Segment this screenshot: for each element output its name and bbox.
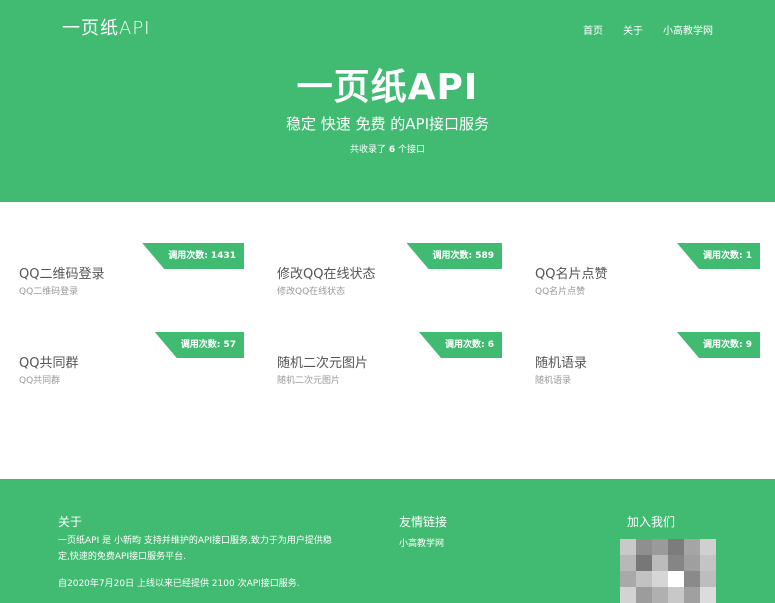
api-card-desc: QQ名片点赞	[535, 287, 586, 297]
footer-about-line3: 自2020年7月20日 上线以来已经提供 2100 次API接口服务.	[58, 579, 300, 589]
footer-links-heading: 友情链接	[399, 515, 448, 529]
api-card-title: 随机二次元图片	[277, 356, 369, 371]
api-card-qq-qrcode-login[interactable]: 调用次数: 1431 QQ二维码登录 QQ二维码登录	[19, 243, 244, 303]
blurred-qr-code	[620, 539, 716, 603]
api-card-title: QQ名片点赞	[535, 267, 608, 282]
api-card-title: 修改QQ在线状态	[277, 267, 376, 282]
api-card-qq-like[interactable]: 调用次数: 1 QQ名片点赞 QQ名片点赞	[535, 243, 760, 303]
api-card-desc: 随机语录	[535, 376, 572, 386]
site-logo[interactable]: 一页纸API	[62, 14, 150, 40]
api-count-suffix: 个接口	[395, 145, 425, 155]
nav-about[interactable]: 关于	[623, 22, 643, 37]
api-card-title: QQ共同群	[19, 356, 79, 371]
call-count-badge: 调用次数: 1431	[142, 243, 244, 269]
top-nav: 首页 关于 小高教学网	[583, 22, 713, 37]
hero-title: 一页纸API	[296, 67, 479, 108]
api-card-random-anime-image[interactable]: 调用次数: 6 随机二次元图片 随机二次元图片	[277, 332, 502, 392]
api-card-title: QQ二维码登录	[19, 267, 105, 282]
api-card-title: 随机语录	[535, 356, 588, 371]
nav-home[interactable]: 首页	[583, 22, 603, 37]
api-card-desc: 随机二次元图片	[277, 376, 341, 386]
api-card-random-quote[interactable]: 调用次数: 9 随机语录 随机语录	[535, 332, 760, 392]
api-card-qq-status[interactable]: 调用次数: 589 修改QQ在线状态 修改QQ在线状态	[277, 243, 502, 303]
call-count-badge: 调用次数: 589	[406, 243, 502, 269]
footer-about-line2: 定,快速的免费API接口服务平台.	[58, 552, 186, 562]
call-count-badge: 调用次数: 1	[677, 243, 760, 269]
hero-subtitle: 稳定 快速 免费 的API接口服务	[285, 115, 490, 133]
api-card-qq-common-group[interactable]: 调用次数: 57 QQ共同群 QQ共同群	[19, 332, 244, 392]
call-count-badge: 调用次数: 57	[154, 332, 244, 358]
call-count-badge: 调用次数: 6	[419, 332, 502, 358]
api-card-desc: QQ共同群	[19, 376, 61, 386]
footer-join-heading: 加入我们	[627, 515, 676, 529]
footer-link-xiaogao[interactable]: 小高教学网	[399, 536, 444, 549]
nav-xiaogao[interactable]: 小高教学网	[663, 22, 713, 37]
hero-banner: 一页纸API 首页 关于 小高教学网 一页纸API 稳定 快速 免费 的API接…	[0, 0, 775, 202]
api-card-desc: 修改QQ在线状态	[277, 287, 346, 297]
call-count-badge: 调用次数: 9	[677, 332, 760, 358]
api-count-text: 共收录了 6 个接口	[0, 142, 775, 155]
api-count-prefix: 共收录了	[349, 145, 389, 155]
api-card-desc: QQ二维码登录	[19, 287, 79, 297]
footer-about-line1: 一页纸API 是 小新昀 支持并维护的API接口服务,致力于为用户提供稳	[58, 536, 332, 546]
footer-about-heading: 关于	[58, 515, 83, 529]
